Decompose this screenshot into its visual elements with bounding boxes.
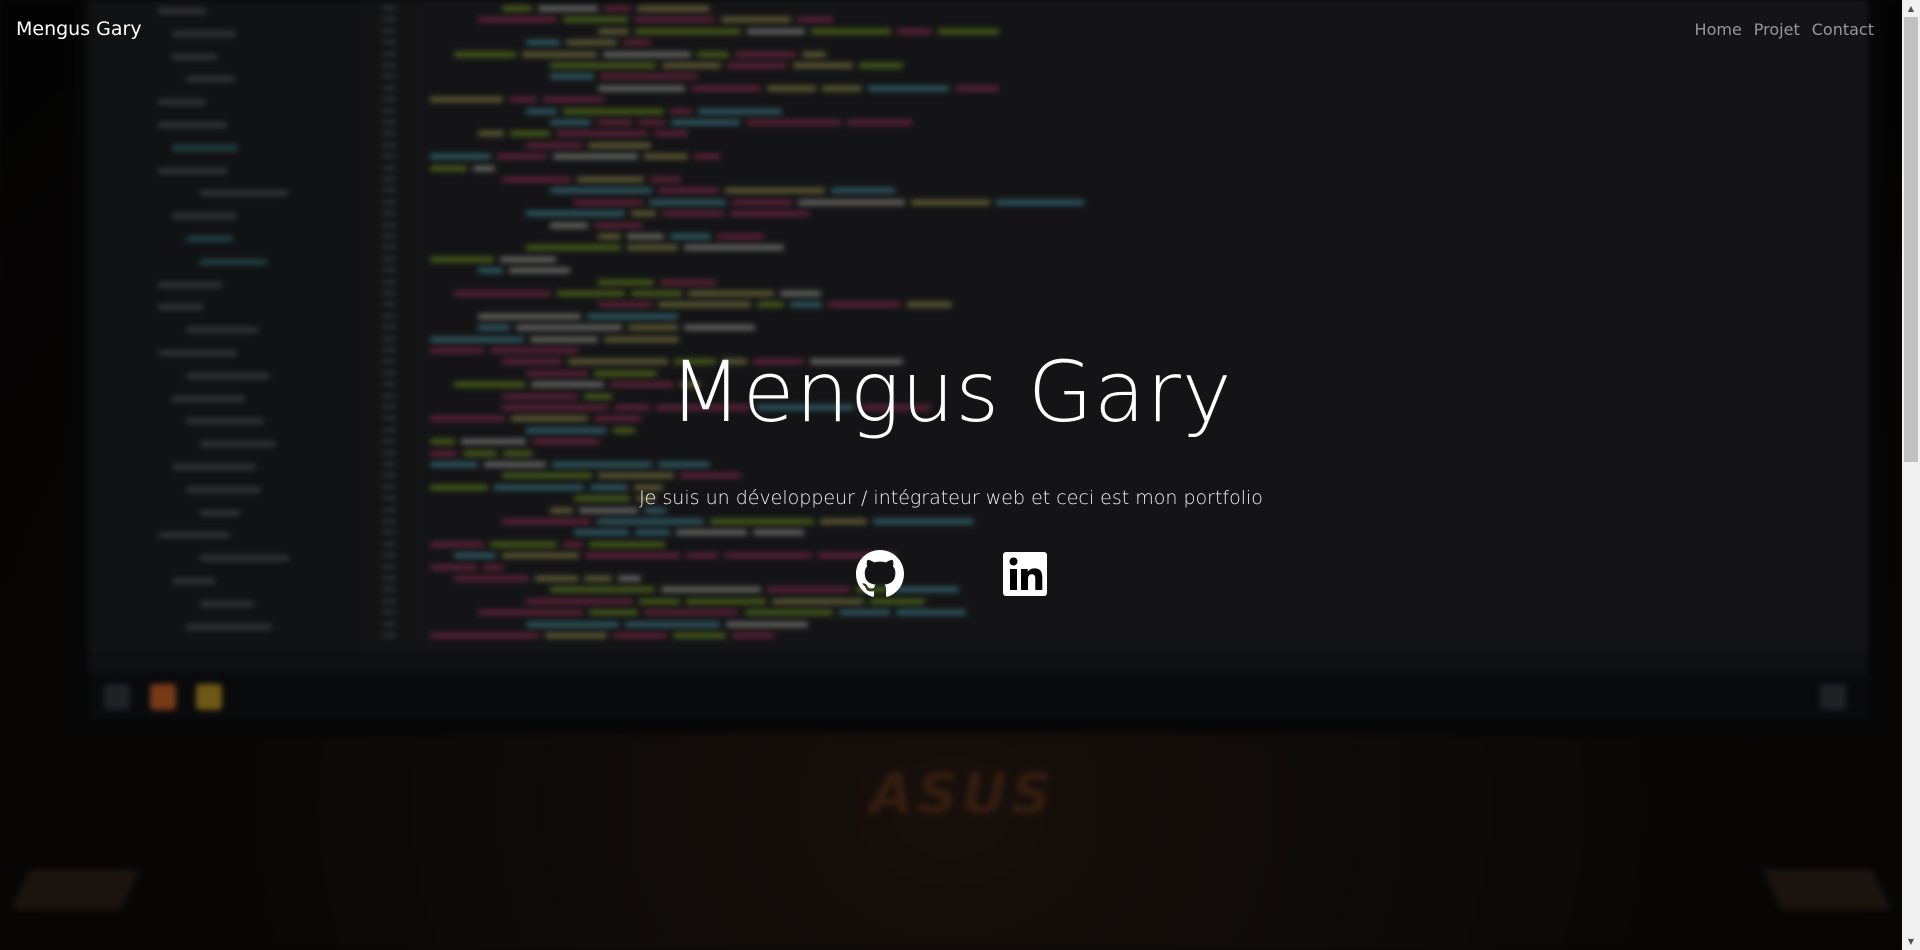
scrollbar[interactable]: ▲ ▼ [1902, 0, 1920, 950]
linkedin-icon [1001, 550, 1049, 598]
hero-section: Mengus Gary Je suis un développeur / int… [0, 0, 1902, 950]
portfolio-page: ASUS Mengus Gary Home Projet Contact Men… [0, 0, 1920, 950]
hero-title: Mengus Gary [669, 343, 1233, 441]
scroll-up-arrow-icon[interactable]: ▲ [1902, 0, 1920, 17]
github-icon [856, 550, 904, 598]
linkedin-link[interactable] [1001, 550, 1049, 598]
scroll-down-arrow-icon[interactable]: ▼ [1902, 933, 1920, 950]
hero-subtitle: Je suis un développeur / intégrateur web… [639, 487, 1263, 509]
scrollbar-thumb[interactable] [1904, 17, 1918, 462]
github-link[interactable] [856, 550, 904, 598]
